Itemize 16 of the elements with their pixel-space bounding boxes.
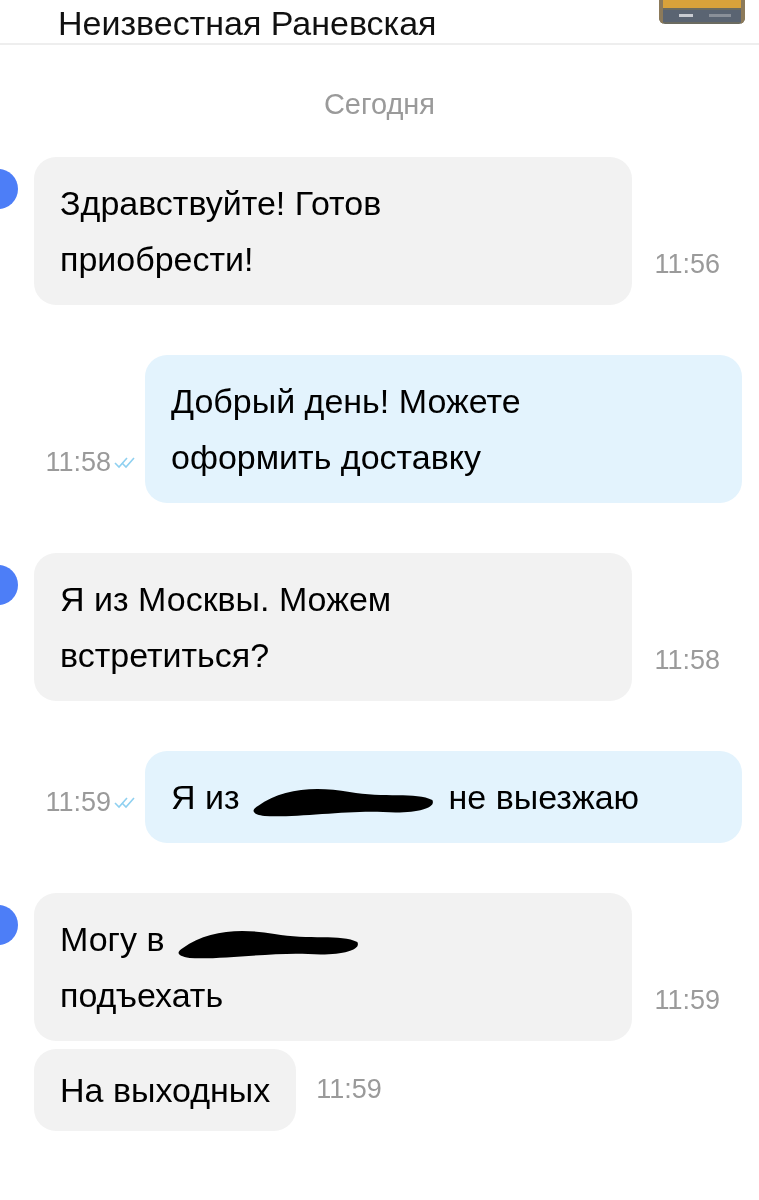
chat-title: Неизвестная Раневская — [58, 3, 437, 43]
message-text: Здравствуйте! Готов приобрести! — [60, 183, 382, 278]
date-separator: Сегодня — [323, 87, 436, 122]
message-text: Я из Москвы. Можем встретиться? — [60, 579, 392, 674]
message-text: подъехать — [60, 975, 224, 1014]
message-time: 11:59 — [654, 984, 720, 1017]
message-time: 11:59 — [45, 786, 111, 819]
message-time: 11:56 — [654, 248, 720, 281]
message-text: Добрый день! Можете оформить доставку — [171, 381, 521, 476]
message-time: 11:58 — [654, 644, 720, 677]
message-time: 11:58 — [45, 446, 111, 479]
message-text: На выходных — [60, 1070, 271, 1109]
message-text: Могу в — [60, 919, 165, 958]
message-text: не выезжаю — [448, 777, 640, 816]
message-text: Я из — [171, 777, 240, 816]
message-time: 11:59 — [316, 1073, 382, 1107]
